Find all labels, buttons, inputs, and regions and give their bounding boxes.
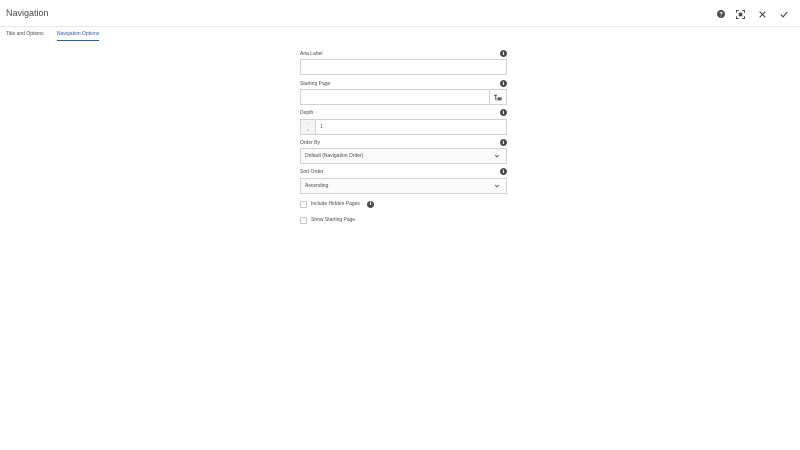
chevron-down-icon [494,184,500,188]
include-hidden-pages-label[interactable]: Include Hidden Pages [311,201,360,207]
order-by-select[interactable]: Default (Navigation Order) [300,148,507,164]
include-hidden-pages-info-icon[interactable]: i [366,200,374,208]
order-by-selected-value: Default (Navigation Order) [305,153,364,159]
sort-order-info-icon[interactable]: i [500,168,507,175]
starting-page-info-icon[interactable]: i [500,80,507,87]
starting-page-input[interactable] [300,89,490,105]
sort-order-selected-value: Ascending [305,183,329,189]
checkmark-icon [780,11,788,18]
show-starting-page-row: Show Starting Page [300,216,355,224]
show-starting-page-checkbox[interactable] [300,216,307,224]
dialog-header: Navigation [0,0,800,27]
show-starting-page-label[interactable]: Show Starting Page [311,217,355,223]
help-icon [717,10,725,18]
aria-label-info-icon[interactable]: i [500,50,507,57]
order-by-info-icon[interactable]: i [500,139,507,146]
depth-info-icon[interactable]: i [500,109,507,116]
depth-label: Depth [300,110,314,116]
fullscreen-button[interactable] [734,8,746,20]
fullscreen-icon [735,9,745,19]
starting-page-picker-button[interactable] [490,89,507,105]
close-icon [758,10,766,18]
include-hidden-pages-checkbox[interactable] [300,200,307,208]
dialog-title: Navigation [6,8,49,18]
stepper-down-icon[interactable]: v [307,128,309,132]
order-by-label: Order By [300,140,321,146]
aria-label-input[interactable] [300,59,507,75]
sort-order-label: Sort Order [300,169,324,175]
include-hidden-pages-row: Include Hidden Pages i [300,200,374,208]
stepper-up-icon[interactable]: ^ [307,122,309,126]
done-button[interactable] [778,8,790,20]
tab-title-and-options[interactable]: Title and Options [6,31,44,40]
depth-stepper[interactable]: ^ v [300,119,316,135]
tab-navigation-options[interactable]: Navigation Options [57,31,100,41]
chevron-down-icon [494,154,500,158]
starting-page-label: Starting Page [300,81,331,87]
folder-tree-icon [494,94,502,100]
sort-order-select[interactable]: Ascending [300,178,507,194]
cancel-button[interactable] [756,8,768,20]
tab-bar: Title and Options Navigation Options [0,28,800,44]
aria-label-label: Aria Label [300,51,323,57]
depth-input[interactable]: 1 [316,119,507,135]
help-button[interactable] [715,8,727,20]
